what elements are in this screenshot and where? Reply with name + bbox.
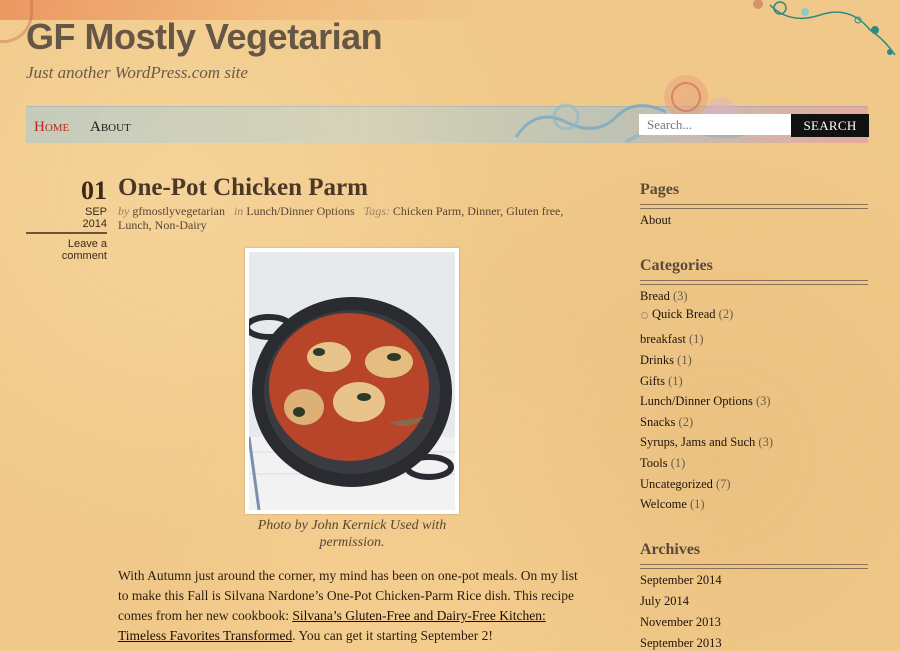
- category-count: (3): [672, 289, 688, 303]
- post-date-day: 01: [81, 176, 107, 205]
- category-count: (3): [758, 435, 773, 449]
- category-name: Gifts: [640, 374, 665, 388]
- category-name: Welcome: [640, 497, 687, 511]
- category-name: Tools: [640, 456, 668, 470]
- tag-link[interactable]: Dinner: [467, 204, 500, 218]
- category-name: Snacks: [640, 415, 676, 429]
- site-header: GF Mostly Vegetarian Just another WordPr…: [0, 0, 900, 150]
- categories-widget-title: Categories: [640, 257, 713, 274]
- date-divider: [26, 232, 107, 234]
- by-label: by: [118, 204, 130, 218]
- category-name: Bread: [640, 289, 670, 303]
- category-name: Quick Bread: [652, 307, 716, 321]
- category-count: (3): [755, 394, 771, 408]
- post-author-link[interactable]: gfmostlyvegetarian: [132, 204, 225, 218]
- archive-link[interactable]: September 2014: [640, 573, 722, 588]
- category-link[interactable]: Syrups, Jams and Such (3): [640, 435, 773, 450]
- archive-link[interactable]: July 2014: [640, 594, 689, 609]
- post-date: 01 SEP 2014: [26, 176, 107, 231]
- pages-widget-rule: [640, 204, 868, 209]
- search-input[interactable]: [639, 114, 807, 135]
- top-right-flourish-decoration: [753, 0, 896, 56]
- post-date-year: 2014: [82, 218, 107, 230]
- category-count: (1): [670, 456, 686, 470]
- main-navigation: Home About SEARCH: [26, 75, 869, 144]
- category-count: (2): [678, 415, 694, 429]
- category-link[interactable]: Gifts (1): [640, 374, 683, 389]
- category-name: breakfast: [640, 332, 686, 346]
- category-link[interactable]: Lunch/Dinner Options (3): [640, 394, 771, 409]
- post-body: With Autumn just around the corner, my m…: [118, 566, 588, 646]
- post-category-link[interactable]: Lunch/Dinner Options: [246, 204, 354, 218]
- site-description: Just another WordPress.com site: [26, 63, 248, 82]
- tag-link[interactable]: Chicken Parm: [393, 204, 461, 218]
- category-count: (1): [688, 332, 704, 346]
- archives-widget-rule: [640, 564, 868, 569]
- search-button[interactable]: SEARCH: [791, 114, 869, 137]
- tags-label: Tags:: [363, 204, 390, 218]
- category-count: (1): [668, 374, 683, 388]
- nav-home-link[interactable]: Home: [34, 119, 69, 136]
- category-name: Drinks: [640, 353, 675, 367]
- tag-link[interactable]: Lunch: [118, 218, 149, 232]
- skillet-image: [249, 252, 455, 510]
- categories-widget-rule: [640, 280, 868, 285]
- post-body-text-end: . You can get it starting September 2!: [292, 628, 493, 643]
- category-count: (1): [690, 497, 705, 511]
- archive-link[interactable]: September 2013: [640, 636, 722, 651]
- chicken-parm-photo: [249, 252, 455, 510]
- category-link[interactable]: Quick Bread (2): [652, 307, 733, 322]
- leave-comment-link[interactable]: Leave a comment: [26, 238, 107, 262]
- category-link[interactable]: Uncategorized (7): [640, 477, 731, 492]
- tag-link[interactable]: Non-Dairy: [155, 218, 207, 232]
- photo-caption: Photo by John Kernick Used with permissi…: [257, 518, 447, 550]
- post-date-month: SEP: [84, 206, 107, 218]
- pages-widget-title: Pages: [640, 181, 680, 198]
- site-title[interactable]: GF Mostly Vegetarian: [26, 16, 383, 58]
- category-count: (2): [718, 307, 734, 321]
- post-photo[interactable]: [245, 248, 459, 514]
- subcategory-bullet-icon: [641, 312, 648, 319]
- category-count: (1): [677, 353, 692, 367]
- category-name: Lunch/Dinner Options: [640, 394, 753, 408]
- post-title[interactable]: One-Pot Chicken Parm: [118, 174, 368, 202]
- category-link[interactable]: Drinks (1): [640, 353, 692, 368]
- sidebar-page-about[interactable]: About: [640, 213, 671, 228]
- nav-floral-decoration: [514, 75, 758, 144]
- category-link[interactable]: Bread (3): [640, 289, 688, 304]
- category-link[interactable]: Welcome (1): [640, 497, 705, 512]
- category-link[interactable]: Snacks (2): [640, 415, 693, 430]
- category-link[interactable]: breakfast (1): [640, 332, 704, 347]
- in-label: in: [233, 204, 244, 218]
- category-count: (7): [716, 477, 731, 491]
- nav-about-link[interactable]: About: [90, 119, 131, 136]
- post-meta: by gfmostlyvegetarian in Lunch/Dinner Op…: [118, 204, 564, 232]
- category-name: Uncategorized: [640, 477, 713, 491]
- archive-link[interactable]: November 2013: [640, 615, 721, 630]
- category-name: Syrups, Jams and Such: [640, 435, 756, 449]
- tag-link[interactable]: Gluten free: [506, 204, 560, 218]
- archives-widget-title: Archives: [640, 541, 701, 558]
- category-link[interactable]: Tools (1): [640, 456, 685, 471]
